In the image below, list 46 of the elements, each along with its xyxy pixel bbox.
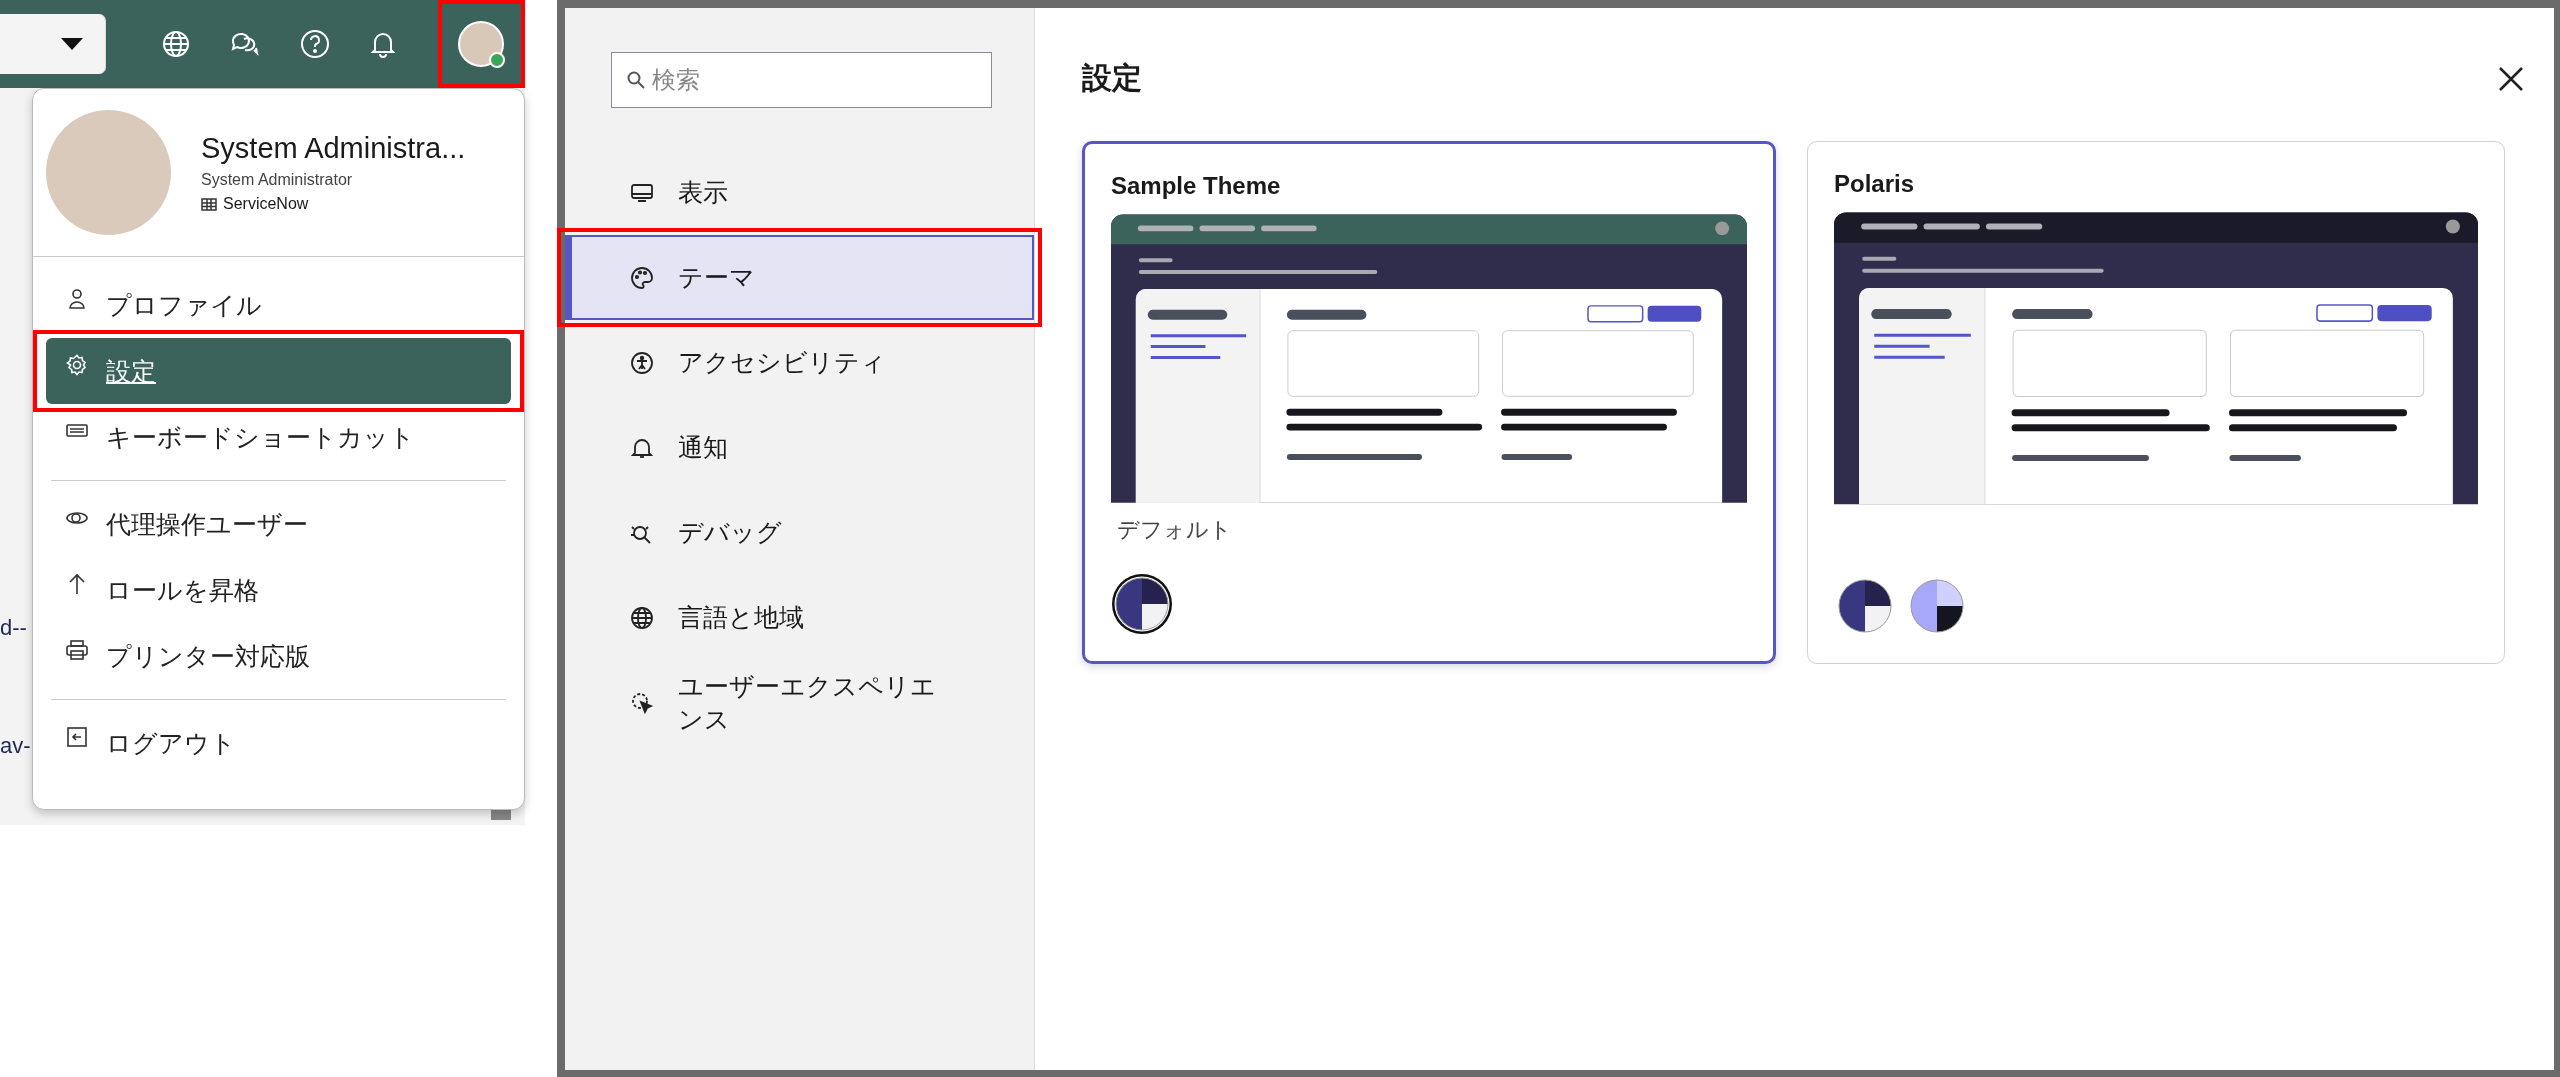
search-field[interactable]: 検索	[611, 52, 992, 108]
accessibility-icon	[630, 350, 654, 375]
globe-icon[interactable]	[161, 30, 190, 58]
dropdown-field[interactable]	[0, 14, 106, 74]
user-title: System Administrator	[201, 171, 354, 189]
caret-icon	[60, 38, 83, 50]
text-fragment: d--	[0, 615, 27, 641]
theme-caption: デフォルト	[1116, 516, 1233, 545]
dialog-title: 設定	[1082, 60, 1142, 96]
theme-card[interactable]: Polaris	[1807, 141, 2505, 664]
person-icon	[66, 288, 88, 310]
nav-item[interactable]: 通知	[565, 405, 1034, 490]
cursor-icon	[630, 690, 654, 715]
menu-item[interactable]: 代理操作ユーザー	[46, 491, 511, 557]
menu-item[interactable]: プロファイル	[46, 272, 511, 338]
user-name: System Administra...	[201, 132, 466, 165]
theme-name: Polaris	[1834, 170, 1916, 198]
nav-item[interactable]: ユーザーエクスペリエンス	[565, 660, 1034, 745]
logout-icon	[66, 726, 88, 748]
chat-icon[interactable]	[229, 30, 260, 58]
building-icon	[201, 197, 217, 211]
status-dot	[489, 52, 506, 68]
bell-icon[interactable]	[369, 30, 396, 58]
menu-item[interactable]: キーボードショートカット	[46, 404, 511, 470]
color-swatch[interactable]	[1111, 573, 1173, 636]
menu-item[interactable]: 設定	[46, 338, 511, 404]
theme-card[interactable]: Sample Theme デフォルト	[1082, 141, 1776, 664]
company-name: ServiceNow	[223, 195, 309, 213]
palette-icon	[630, 265, 654, 290]
nav-item[interactable]: アクセシビリティ	[565, 320, 1034, 405]
printer-icon	[66, 639, 88, 661]
menu-item[interactable]: プリンター対応版	[46, 623, 511, 689]
help-icon[interactable]	[299, 29, 330, 59]
nav-item[interactable]: 表示	[565, 150, 1034, 235]
nav-item[interactable]: 言語と地域	[565, 575, 1034, 660]
nav-item[interactable]: デバッグ	[565, 490, 1034, 575]
menu-item[interactable]: ログアウト	[46, 710, 511, 776]
menu-item[interactable]: ロールを昇格	[46, 557, 511, 623]
globe-icon	[630, 605, 654, 630]
close-icon[interactable]	[2498, 65, 2524, 92]
theme-name: Sample Theme	[1111, 172, 1282, 200]
nav-item[interactable]: テーマ	[565, 235, 1034, 320]
avatar-button[interactable]	[458, 21, 505, 67]
search-icon	[627, 71, 645, 89]
gear-icon	[66, 354, 88, 376]
text-fragment: av-	[0, 733, 31, 759]
